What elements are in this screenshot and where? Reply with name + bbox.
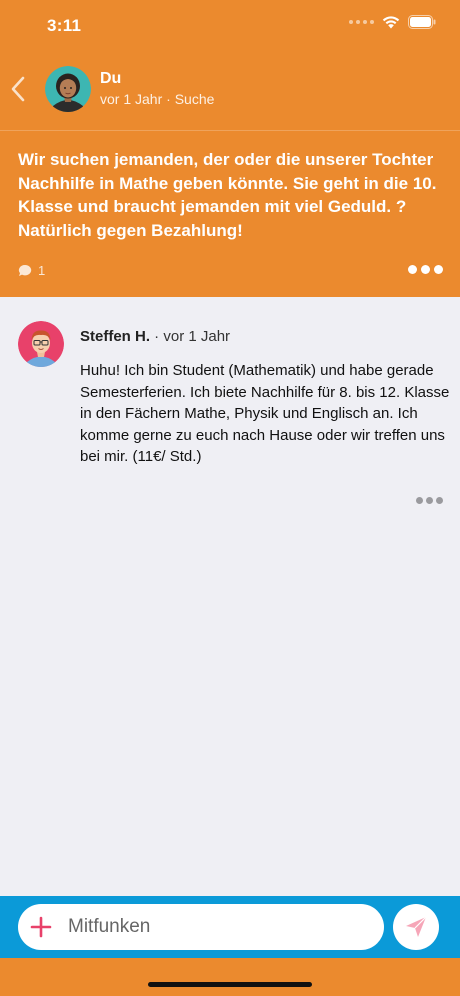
- home-indicator: [148, 982, 312, 987]
- more-dots-icon: [416, 497, 423, 504]
- comment-input-placeholder: Mitfunken: [68, 916, 151, 937]
- comment-header: Steffen H. · vor 1 Jahr: [80, 328, 230, 345]
- comment-bubble-icon: [18, 264, 32, 276]
- comment-count: 1: [18, 263, 45, 278]
- header-divider: [0, 130, 460, 131]
- comment-meta: · vor 1 Jahr: [150, 328, 231, 345]
- battery-icon: [408, 15, 436, 29]
- comment-input[interactable]: Mitfunken: [18, 904, 384, 950]
- status-icons: [349, 15, 436, 29]
- wifi-icon: [382, 16, 400, 29]
- plus-icon[interactable]: [30, 916, 52, 938]
- post-author-name[interactable]: Du: [100, 70, 121, 88]
- status-bar: 3:11: [0, 0, 460, 50]
- post-more-button[interactable]: [408, 265, 443, 274]
- comment-text: Huhu! Ich bin Student (Mathematik) und h…: [80, 362, 450, 465]
- author-avatar[interactable]: [45, 66, 91, 112]
- send-icon: [406, 916, 427, 937]
- more-dots-icon: [408, 265, 417, 274]
- signal-icon: [349, 20, 374, 24]
- back-chevron-icon: [11, 76, 25, 102]
- post-meta: vor 1 Jahr · Suche: [100, 91, 215, 107]
- back-button[interactable]: [6, 74, 30, 104]
- composer-bar: Mitfunken: [0, 896, 460, 958]
- bottom-safe-area: [0, 958, 460, 996]
- comment-more-button[interactable]: [416, 497, 443, 504]
- comment-author-name[interactable]: Steffen H.: [80, 328, 150, 345]
- comment-avatar[interactable]: [18, 321, 64, 367]
- comment-count-value: 1: [38, 263, 46, 278]
- post-text: Wir suchen jemanden, der oder die unsere…: [18, 150, 437, 240]
- send-button[interactable]: [393, 904, 439, 950]
- status-time: 3:11: [47, 16, 82, 35]
